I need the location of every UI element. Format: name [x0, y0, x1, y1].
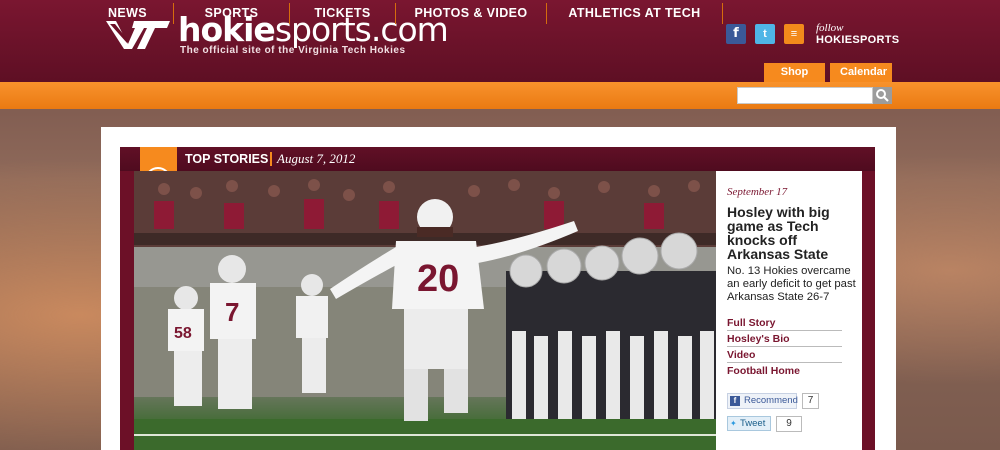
- facebook-icon: f: [730, 396, 740, 406]
- story-photo[interactable]: 58 7 20: [134, 171, 716, 450]
- video-link[interactable]: Video: [727, 347, 842, 363]
- search-icon: [876, 89, 889, 102]
- recommend-label: Recommend: [744, 395, 798, 406]
- recommend-count: 7: [802, 393, 819, 409]
- recommend-button[interactable]: f Recommend: [727, 393, 798, 409]
- follow-line2: HOKIESPORTS: [816, 34, 900, 46]
- social-links: f t ≡: [726, 24, 804, 44]
- nav-tickets[interactable]: TICKETS: [290, 0, 395, 27]
- story-summary: No. 13 Hokies overcame an early deficit …: [727, 265, 856, 303]
- top-stories-divider: [270, 152, 272, 166]
- nav-athletics-at-tech[interactable]: ATHLETICS AT TECH: [547, 0, 722, 27]
- follow-label[interactable]: follow HOKIESPORTS: [816, 22, 899, 46]
- calendar-link[interactable]: Calendar: [830, 63, 892, 82]
- tweet-label: Tweet: [740, 418, 766, 429]
- jersey-number-58: 58: [174, 325, 192, 342]
- full-story-link[interactable]: Full Story: [727, 315, 842, 331]
- nav-photos-video[interactable]: PHOTOS & VIDEO: [396, 0, 546, 27]
- tweet-button[interactable]: ✦ Tweet: [727, 416, 771, 431]
- site-tagline: The official site of the Virginia Tech H…: [180, 45, 406, 56]
- follow-line1: follow: [816, 22, 844, 34]
- tweet-count: 9: [776, 416, 802, 432]
- twitter-icon: ✦: [730, 419, 737, 428]
- nav-sports[interactable]: SPORTS: [174, 0, 289, 27]
- facebook-icon[interactable]: f: [726, 24, 746, 44]
- top-stories-date: August 7, 2012: [277, 151, 356, 166]
- shop-link[interactable]: Shop: [764, 63, 825, 82]
- nav-divider: [722, 3, 723, 24]
- search-input[interactable]: [737, 87, 873, 104]
- story-date: September 17: [727, 186, 788, 198]
- search-button[interactable]: [873, 87, 892, 104]
- nav-news[interactable]: NEWS: [82, 0, 173, 27]
- utility-links: Shop Calendar: [764, 63, 892, 82]
- jersey-number-20: 20: [417, 258, 459, 300]
- football-home-link[interactable]: Football Home: [727, 363, 842, 379]
- bio-link[interactable]: Hosley's Bio: [727, 331, 842, 347]
- rss-icon[interactable]: ≡: [784, 24, 804, 44]
- twitter-icon[interactable]: t: [755, 24, 775, 44]
- top-stories-label: TOP STORIES: [185, 152, 269, 166]
- jersey-number-7: 7: [225, 297, 239, 327]
- story-headline[interactable]: Hosley with big game as Tech knocks off …: [727, 205, 857, 261]
